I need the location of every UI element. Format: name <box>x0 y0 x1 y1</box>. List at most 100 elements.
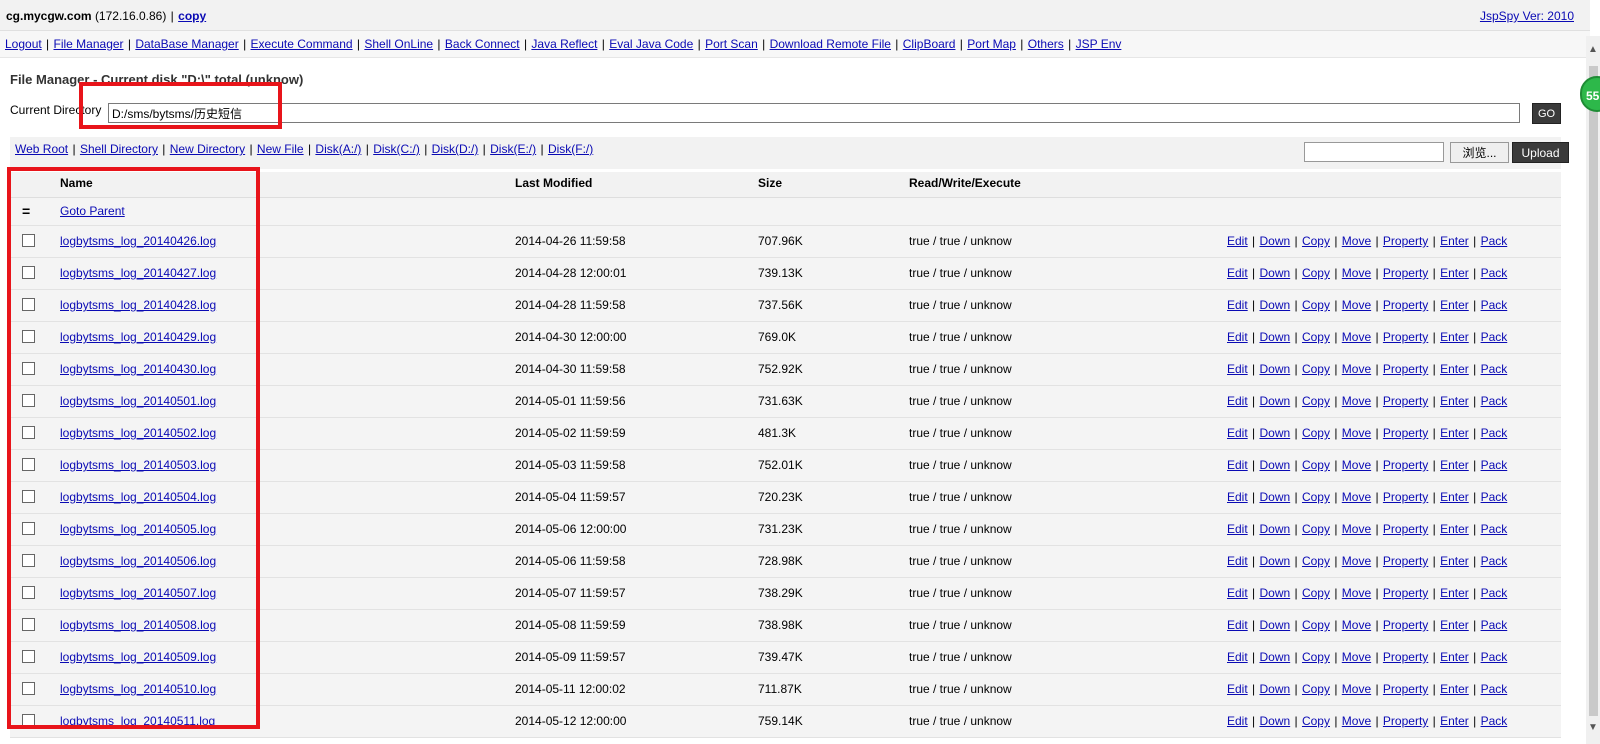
file-name-link[interactable]: logbytsms_log_20140503.log <box>60 458 216 472</box>
file-name-link[interactable]: logbytsms_log_20140508.log <box>60 618 216 632</box>
version-link[interactable]: JspSpy Ver: 2010 <box>1480 9 1574 23</box>
nav-link-shell-online[interactable]: Shell OnLine <box>364 37 433 51</box>
action-pack[interactable]: Pack <box>1481 234 1508 248</box>
action-move[interactable]: Move <box>1342 650 1371 664</box>
toolbar-link-web-root[interactable]: Web Root <box>15 142 68 156</box>
action-move[interactable]: Move <box>1342 554 1371 568</box>
action-edit[interactable]: Edit <box>1227 490 1248 504</box>
action-down[interactable]: Down <box>1259 522 1290 536</box>
action-enter[interactable]: Enter <box>1440 682 1469 696</box>
toolbar-link-disk-f[interactable]: Disk(F:/) <box>548 142 593 156</box>
action-pack[interactable]: Pack <box>1481 650 1508 664</box>
action-enter[interactable]: Enter <box>1440 650 1469 664</box>
action-down[interactable]: Down <box>1259 554 1290 568</box>
action-enter[interactable]: Enter <box>1440 330 1469 344</box>
file-name-link[interactable]: logbytsms_log_20140510.log <box>60 682 216 696</box>
action-copy[interactable]: Copy <box>1302 714 1330 728</box>
action-property[interactable]: Property <box>1383 298 1428 312</box>
action-copy[interactable]: Copy <box>1302 458 1330 472</box>
action-copy[interactable]: Copy <box>1302 394 1330 408</box>
upload-file-field[interactable] <box>1304 142 1444 162</box>
row-checkbox[interactable] <box>22 266 35 280</box>
action-move[interactable]: Move <box>1342 362 1371 376</box>
copy-link[interactable]: copy <box>178 9 206 23</box>
action-enter[interactable]: Enter <box>1440 586 1469 600</box>
action-enter[interactable]: Enter <box>1440 714 1469 728</box>
action-edit[interactable]: Edit <box>1227 298 1248 312</box>
action-move[interactable]: Move <box>1342 490 1371 504</box>
row-checkbox[interactable] <box>22 234 35 248</box>
action-copy[interactable]: Copy <box>1302 650 1330 664</box>
action-pack[interactable]: Pack <box>1481 586 1508 600</box>
action-down[interactable]: Down <box>1259 266 1290 280</box>
action-pack[interactable]: Pack <box>1481 266 1508 280</box>
action-edit[interactable]: Edit <box>1227 234 1248 248</box>
action-move[interactable]: Move <box>1342 618 1371 632</box>
action-down[interactable]: Down <box>1259 362 1290 376</box>
action-copy[interactable]: Copy <box>1302 490 1330 504</box>
action-move[interactable]: Move <box>1342 394 1371 408</box>
action-pack[interactable]: Pack <box>1481 426 1508 440</box>
action-property[interactable]: Property <box>1383 618 1428 632</box>
action-property[interactable]: Property <box>1383 490 1428 504</box>
file-name-link[interactable]: logbytsms_log_20140511.log <box>60 714 215 728</box>
file-name-link[interactable]: logbytsms_log_20140504.log <box>60 490 216 504</box>
toolbar-link-new-file[interactable]: New File <box>257 142 304 156</box>
nav-link-database-manager[interactable]: DataBase Manager <box>135 37 238 51</box>
action-copy[interactable]: Copy <box>1302 426 1330 440</box>
nav-link-file-manager[interactable]: File Manager <box>54 37 124 51</box>
action-property[interactable]: Property <box>1383 458 1428 472</box>
action-copy[interactable]: Copy <box>1302 298 1330 312</box>
action-enter[interactable]: Enter <box>1440 490 1469 504</box>
action-enter[interactable]: Enter <box>1440 458 1469 472</box>
nav-link-port-scan[interactable]: Port Scan <box>705 37 758 51</box>
row-checkbox[interactable] <box>22 650 35 664</box>
action-move[interactable]: Move <box>1342 586 1371 600</box>
action-pack[interactable]: Pack <box>1481 490 1508 504</box>
toolbar-link-shell-directory[interactable]: Shell Directory <box>80 142 158 156</box>
nav-link-execute-command[interactable]: Execute Command <box>251 37 353 51</box>
browse-button[interactable]: 浏览... <box>1450 142 1509 163</box>
action-down[interactable]: Down <box>1259 330 1290 344</box>
file-name-link[interactable]: logbytsms_log_20140428.log <box>60 298 216 312</box>
go-button[interactable]: GO <box>1532 103 1561 124</box>
action-down[interactable]: Down <box>1259 490 1290 504</box>
scroll-up-arrow-icon[interactable]: ▲ <box>1588 44 1598 55</box>
action-property[interactable]: Property <box>1383 522 1428 536</box>
action-pack[interactable]: Pack <box>1481 330 1508 344</box>
action-down[interactable]: Down <box>1259 426 1290 440</box>
action-property[interactable]: Property <box>1383 394 1428 408</box>
action-enter[interactable]: Enter <box>1440 362 1469 376</box>
action-edit[interactable]: Edit <box>1227 650 1248 664</box>
action-copy[interactable]: Copy <box>1302 522 1330 536</box>
action-copy[interactable]: Copy <box>1302 682 1330 696</box>
action-edit[interactable]: Edit <box>1227 330 1248 344</box>
action-pack[interactable]: Pack <box>1481 298 1508 312</box>
action-property[interactable]: Property <box>1383 362 1428 376</box>
row-checkbox[interactable] <box>22 458 35 472</box>
action-pack[interactable]: Pack <box>1481 682 1508 696</box>
action-move[interactable]: Move <box>1342 682 1371 696</box>
action-down[interactable]: Down <box>1259 682 1290 696</box>
goto-parent-link[interactable]: Goto Parent <box>60 204 125 218</box>
row-checkbox[interactable] <box>22 298 35 312</box>
nav-link-eval-java-code[interactable]: Eval Java Code <box>609 37 693 51</box>
action-move[interactable]: Move <box>1342 714 1371 728</box>
row-checkbox[interactable] <box>22 330 35 344</box>
nav-link-logout[interactable]: Logout <box>5 37 42 51</box>
toolbar-link-new-directory[interactable]: New Directory <box>170 142 245 156</box>
action-property[interactable]: Property <box>1383 586 1428 600</box>
floating-badge[interactable]: 55 <box>1580 76 1600 112</box>
action-move[interactable]: Move <box>1342 234 1371 248</box>
action-enter[interactable]: Enter <box>1440 522 1469 536</box>
row-checkbox[interactable] <box>22 586 35 600</box>
action-enter[interactable]: Enter <box>1440 618 1469 632</box>
action-enter[interactable]: Enter <box>1440 234 1469 248</box>
action-enter[interactable]: Enter <box>1440 394 1469 408</box>
action-edit[interactable]: Edit <box>1227 394 1248 408</box>
action-enter[interactable]: Enter <box>1440 298 1469 312</box>
nav-link-clipboard[interactable]: ClipBoard <box>903 37 956 51</box>
action-edit[interactable]: Edit <box>1227 682 1248 696</box>
file-name-link[interactable]: logbytsms_log_20140507.log <box>60 586 216 600</box>
upload-button[interactable]: Upload <box>1512 142 1569 163</box>
